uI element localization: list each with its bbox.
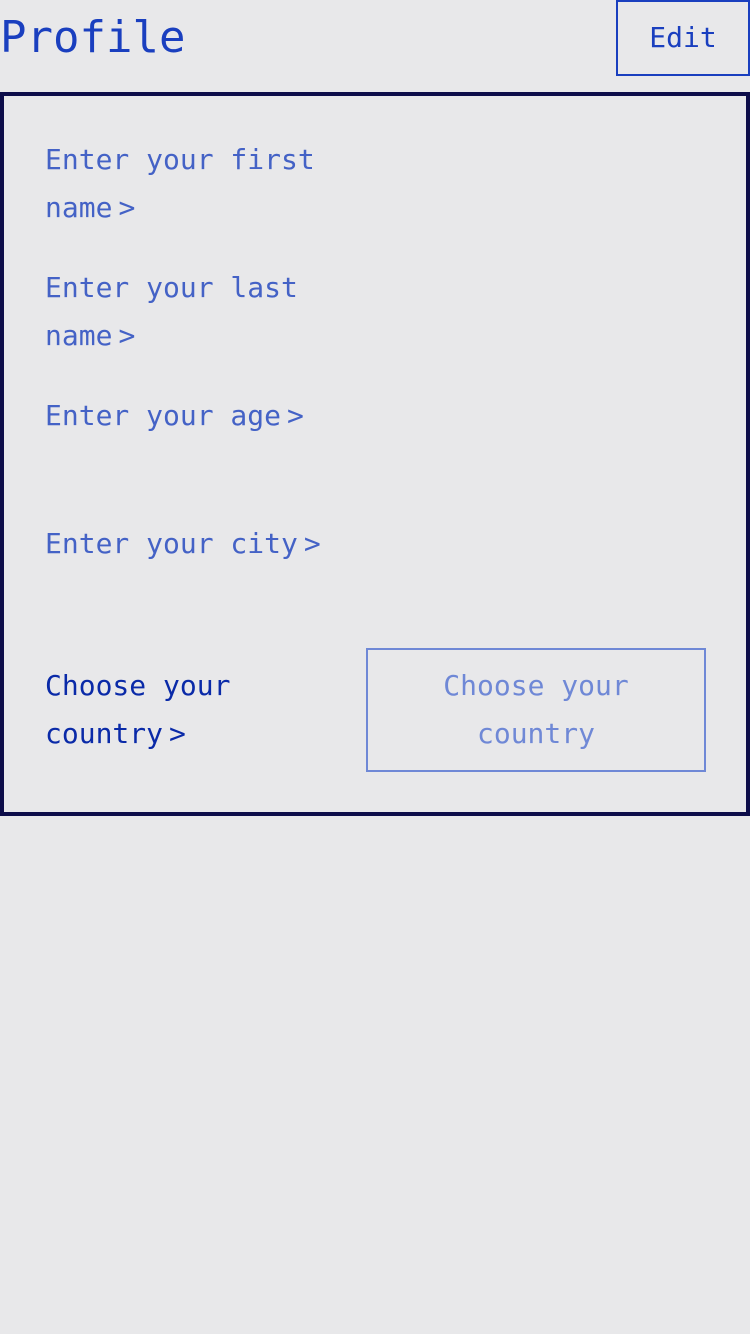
first-name-field[interactable]: Enter your first name > <box>45 136 345 232</box>
country-field[interactable]: Choose your country > <box>45 662 325 758</box>
chevron-right-icon: > <box>169 717 186 750</box>
last-name-field[interactable]: Enter your last name > <box>45 264 345 360</box>
city-label: Enter your city <box>45 527 298 560</box>
country-select-line1: Choose your <box>443 669 629 702</box>
age-label: Enter your age <box>45 399 282 432</box>
chevron-right-icon: > <box>118 191 136 224</box>
age-field[interactable]: Enter your age > <box>45 392 345 440</box>
city-field[interactable]: Enter your city > <box>45 520 345 568</box>
header-bar: Profile Edit <box>0 0 750 76</box>
country-label: Choose your country <box>45 669 231 750</box>
chevron-right-icon: > <box>303 527 321 560</box>
profile-form-card: Enter your first name > Enter your last n… <box>0 92 750 816</box>
chevron-right-icon: > <box>118 319 136 352</box>
page-title: Profile <box>0 12 186 63</box>
country-select-line2: country <box>476 717 595 750</box>
chevron-right-icon: > <box>287 399 304 432</box>
first-name-label: Enter your first name <box>45 143 315 224</box>
edit-button[interactable]: Edit <box>616 0 750 76</box>
last-name-label: Enter your last name <box>45 271 298 352</box>
country-select[interactable]: Choose your country <box>366 648 706 772</box>
